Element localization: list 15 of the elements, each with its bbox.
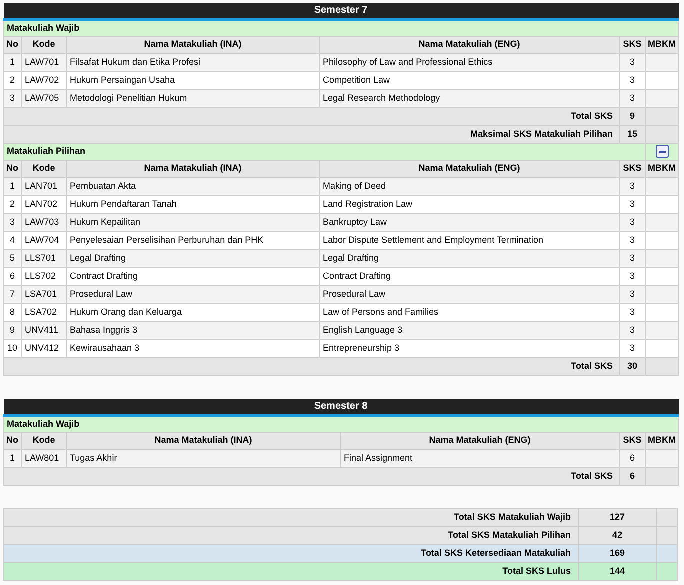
collapse-button[interactable]: [656, 145, 669, 158]
total-value: 6: [620, 468, 646, 486]
semester-title: Semester 8: [314, 401, 368, 412]
semester-title: Semester 7: [314, 5, 368, 16]
total-value: 30: [620, 358, 646, 376]
summary-label: Total SKS Matakuliah Wajib: [4, 508, 578, 526]
section-title: Matakuliah Wajib: [7, 418, 80, 429]
minus-icon: [658, 150, 666, 153]
summary-value: 127: [578, 508, 656, 526]
summary-value: 144: [578, 562, 656, 580]
section-title: Matakuliah Pilihan: [7, 146, 86, 156]
total-label: Total SKS: [4, 358, 620, 376]
total-label: Total SKS: [4, 468, 620, 486]
section-title: Matakuliah Wajib: [7, 22, 80, 33]
summary-label: Total SKS Lulus: [4, 562, 578, 580]
